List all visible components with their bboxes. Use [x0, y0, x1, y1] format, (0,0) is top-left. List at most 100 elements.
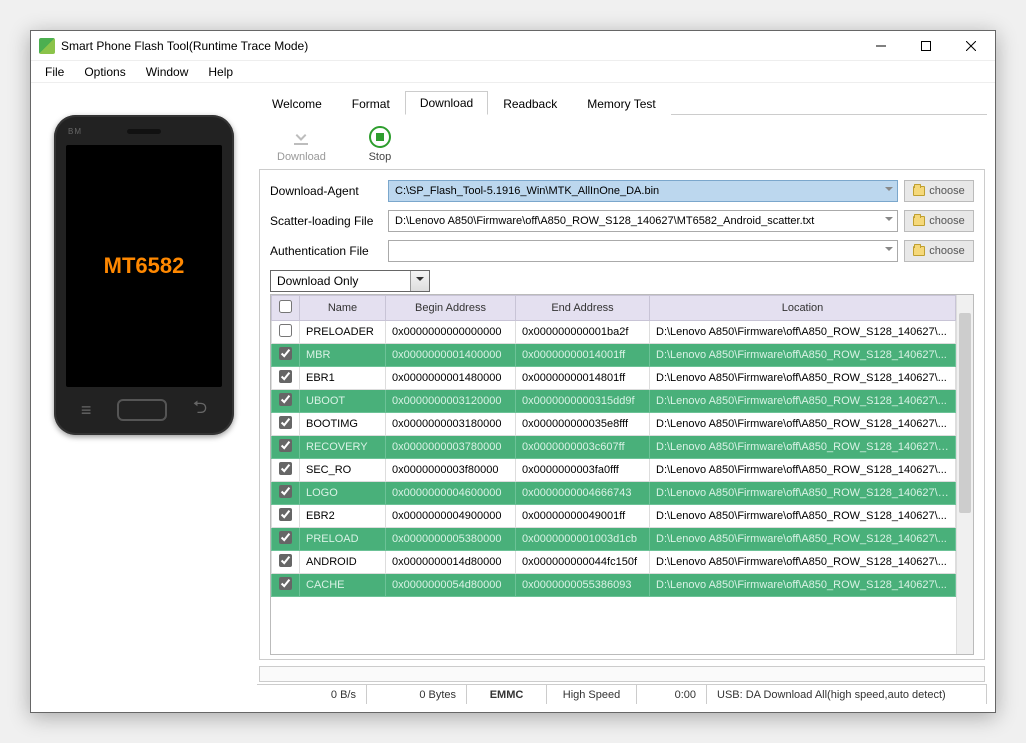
cell-end: 0x000000000001ba2f	[516, 321, 650, 344]
grid-header: Name Begin Address End Address Location	[272, 296, 956, 321]
tab-welcome[interactable]: Welcome	[257, 92, 337, 115]
table-row[interactable]: BOOTIMG0x00000000031800000x000000000035e…	[272, 413, 956, 436]
select-all-checkbox[interactable]	[279, 300, 292, 313]
table-row[interactable]: SEC_RO0x0000000003f800000x0000000003fa0f…	[272, 459, 956, 482]
main-panel: Welcome Format Download Readback Memory …	[257, 91, 987, 704]
cell-begin: 0x0000000004900000	[386, 505, 516, 528]
cell-name: UBOOT	[300, 390, 386, 413]
auth-choose-button[interactable]: choose	[904, 240, 974, 262]
tab-format[interactable]: Format	[337, 92, 405, 115]
da-choose-button[interactable]: choose	[904, 180, 974, 202]
download-button[interactable]: Download	[277, 123, 326, 163]
row-checkbox[interactable]	[279, 577, 292, 590]
cell-name: PRELOAD	[300, 528, 386, 551]
table-row[interactable]: UBOOT0x00000000031200000x0000000000315dd…	[272, 390, 956, 413]
menu-help[interactable]: Help	[198, 63, 243, 81]
table-row[interactable]: LOGO0x00000000046000000x0000000004666743…	[272, 482, 956, 505]
auth-label: Authentication File	[270, 244, 382, 258]
status-time: 0:00	[637, 685, 707, 704]
statusbar: 0 B/s 0 Bytes EMMC High Speed 0:00 USB: …	[257, 684, 987, 704]
tabbar: Welcome Format Download Readback Memory …	[257, 91, 987, 115]
row-checkbox[interactable]	[279, 508, 292, 521]
table-row[interactable]: ANDROID0x0000000014d800000x000000000044f…	[272, 551, 956, 574]
app-window: Smart Phone Flash Tool(Runtime Trace Mod…	[30, 30, 996, 713]
tab-memorytest[interactable]: Memory Test	[572, 92, 670, 115]
cell-location: D:\Lenovo A850\Firmware\off\A850_ROW_S12…	[650, 528, 956, 551]
status-storage: EMMC	[467, 685, 547, 704]
scatter-label: Scatter-loading File	[270, 214, 382, 228]
cell-name: SEC_RO	[300, 459, 386, 482]
window-title: Smart Phone Flash Tool(Runtime Trace Mod…	[61, 39, 858, 53]
status-speed: 0 B/s	[257, 685, 367, 704]
chip-label: MT6582	[104, 253, 185, 279]
stop-button[interactable]: Stop	[366, 123, 394, 163]
cell-name: EBR1	[300, 367, 386, 390]
scatter-choose-button[interactable]: choose	[904, 210, 974, 232]
close-button[interactable]	[948, 32, 993, 60]
vertical-scrollbar[interactable]	[956, 295, 973, 654]
cell-begin: 0x0000000014d80000	[386, 551, 516, 574]
download-mode-combo[interactable]: Download Only	[270, 270, 430, 292]
phone-screen: MT6582	[66, 145, 222, 387]
back-key-icon: ⮌	[193, 395, 207, 425]
cell-location: D:\Lenovo A850\Firmware\off\A850_ROW_S12…	[650, 321, 956, 344]
menu-file[interactable]: File	[35, 63, 74, 81]
cell-name: CACHE	[300, 574, 386, 597]
row-checkbox[interactable]	[279, 485, 292, 498]
partition-grid-wrap: Name Begin Address End Address Location …	[270, 294, 974, 655]
cell-location: D:\Lenovo A850\Firmware\off\A850_ROW_S12…	[650, 551, 956, 574]
row-checkbox[interactable]	[279, 347, 292, 360]
row-checkbox[interactable]	[279, 531, 292, 544]
cell-location: D:\Lenovo A850\Firmware\off\A850_ROW_S12…	[650, 459, 956, 482]
scatter-field[interactable]: D:\Lenovo A850\Firmware\off\A850_ROW_S12…	[388, 210, 898, 232]
cell-end: 0x0000000003c607ff	[516, 436, 650, 459]
menu-options[interactable]: Options	[74, 63, 135, 81]
tab-download[interactable]: Download	[405, 91, 488, 115]
row-checkbox[interactable]	[279, 439, 292, 452]
cell-begin: 0x0000000001400000	[386, 344, 516, 367]
toolbar: Download Stop	[257, 115, 987, 169]
cell-name: BOOTIMG	[300, 413, 386, 436]
col-name[interactable]: Name	[300, 296, 386, 321]
cell-end: 0x0000000003fa0fff	[516, 459, 650, 482]
stop-label: Stop	[369, 151, 392, 163]
da-field[interactable]: C:\SP_Flash_Tool-5.1916_Win\MTK_AllInOne…	[388, 180, 898, 202]
da-row: Download-Agent C:\SP_Flash_Tool-5.1916_W…	[270, 180, 974, 202]
folder-icon	[913, 186, 925, 196]
col-location[interactable]: Location	[650, 296, 956, 321]
phone-brand: BM	[68, 127, 82, 136]
cell-end: 0x0000000004666743	[516, 482, 650, 505]
table-row[interactable]: RECOVERY0x00000000037800000x0000000003c6…	[272, 436, 956, 459]
table-row[interactable]: EBR10x00000000014800000x00000000014801ff…	[272, 367, 956, 390]
row-checkbox[interactable]	[279, 416, 292, 429]
status-mode: High Speed	[547, 685, 637, 704]
cell-end: 0x0000000000315dd9f	[516, 390, 650, 413]
window-controls	[858, 32, 993, 60]
maximize-button[interactable]	[903, 32, 948, 60]
table-row[interactable]: CACHE0x0000000054d800000x000000005538609…	[272, 574, 956, 597]
table-row[interactable]: PRELOAD0x00000000053800000x0000000001003…	[272, 528, 956, 551]
cell-begin: 0x0000000003180000	[386, 413, 516, 436]
phone-frame: BM MT6582 ≡ ⮌	[54, 115, 234, 435]
cell-name: ANDROID	[300, 551, 386, 574]
row-checkbox[interactable]	[279, 393, 292, 406]
col-end[interactable]: End Address	[516, 296, 650, 321]
status-bytes: 0 Bytes	[367, 685, 467, 704]
row-checkbox[interactable]	[279, 554, 292, 567]
table-row[interactable]: PRELOADER0x00000000000000000x00000000000…	[272, 321, 956, 344]
row-checkbox[interactable]	[279, 462, 292, 475]
menu-window[interactable]: Window	[136, 63, 199, 81]
status-usb: USB: DA Download All(high speed,auto det…	[707, 685, 987, 704]
cell-location: D:\Lenovo A850\Firmware\off\A850_ROW_S12…	[650, 367, 956, 390]
minimize-button[interactable]	[858, 32, 903, 60]
auth-row: Authentication File choose	[270, 240, 974, 262]
col-begin[interactable]: Begin Address	[386, 296, 516, 321]
table-row[interactable]: MBR0x00000000014000000x00000000014001ffD…	[272, 344, 956, 367]
auth-field[interactable]	[388, 240, 898, 262]
cell-end: 0x00000000049001ff	[516, 505, 650, 528]
row-checkbox[interactable]	[279, 370, 292, 383]
tab-readback[interactable]: Readback	[488, 92, 572, 115]
row-checkbox[interactable]	[279, 324, 292, 337]
table-row[interactable]: EBR20x00000000049000000x00000000049001ff…	[272, 505, 956, 528]
titlebar: Smart Phone Flash Tool(Runtime Trace Mod…	[31, 31, 995, 61]
